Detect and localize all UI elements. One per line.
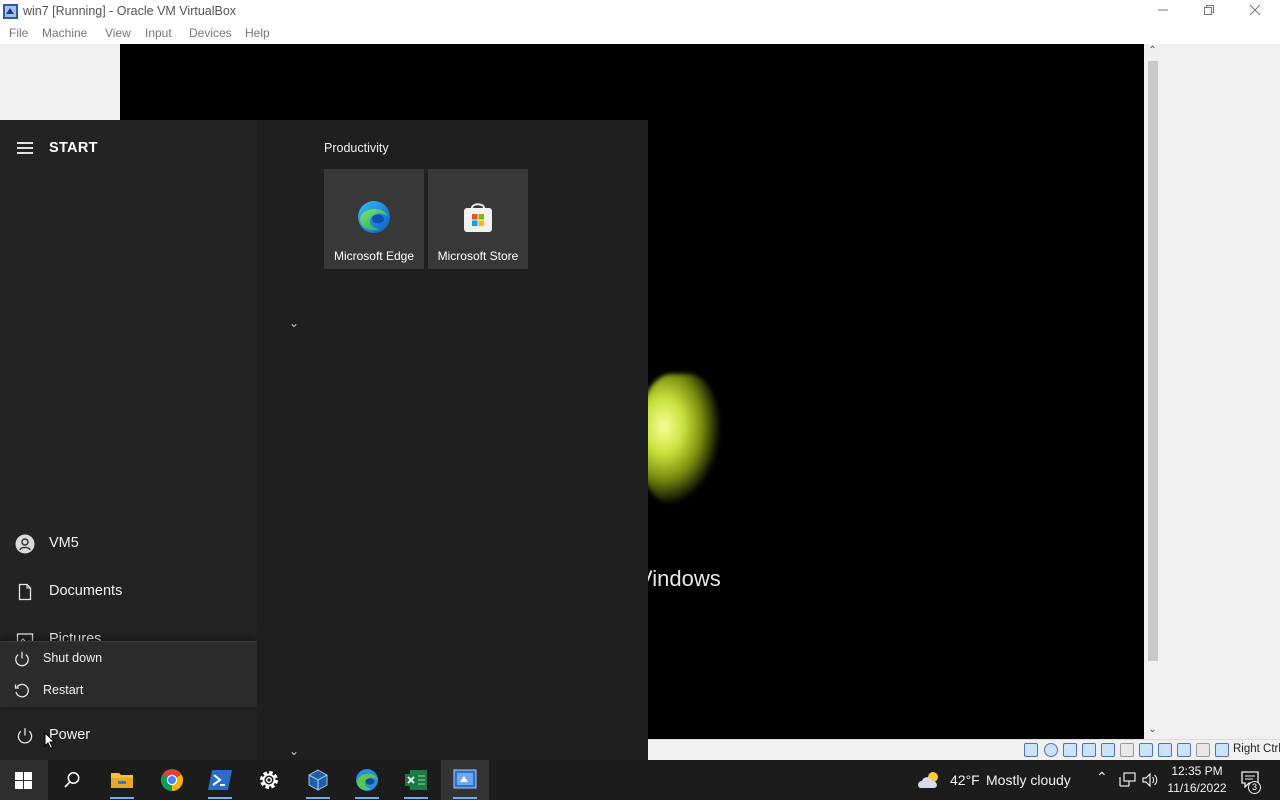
network-icon[interactable] bbox=[1118, 772, 1136, 788]
clock-time[interactable]: 12:35 PM bbox=[1160, 764, 1234, 778]
tile-label: Microsoft Store bbox=[437, 249, 519, 263]
keyboard-icon[interactable] bbox=[1215, 743, 1229, 757]
virtualbox-icon bbox=[3, 4, 18, 19]
weather-condition[interactable]: Mostly cloudy bbox=[986, 772, 1071, 788]
audio-icon[interactable] bbox=[1063, 743, 1077, 757]
restore-button[interactable] bbox=[1186, 0, 1232, 23]
start-item-label: Documents bbox=[49, 583, 123, 599]
vertical-scrollbar[interactable]: ⌃ ⌄ bbox=[1144, 44, 1161, 739]
host-key-label: Right Ctrl bbox=[1233, 743, 1280, 755]
menu-view[interactable]: View bbox=[105, 26, 131, 40]
close-button[interactable] bbox=[1232, 0, 1278, 23]
virtual-machine-icon bbox=[453, 769, 477, 789]
start-menu: START VM5 Documents Pictures Shut down R… bbox=[0, 120, 648, 760]
search-icon bbox=[64, 772, 80, 788]
taskbar-virtualbox[interactable] bbox=[294, 760, 342, 800]
taskbar-settings[interactable] bbox=[245, 760, 293, 800]
tile-microsoft-edge[interactable]: Microsoft Edge bbox=[324, 169, 424, 269]
taskbar-powershell[interactable] bbox=[196, 760, 244, 800]
start-item-label: VM5 bbox=[49, 535, 79, 551]
hamburger-menu-icon[interactable] bbox=[17, 142, 33, 154]
search-button[interactable] bbox=[48, 760, 96, 800]
taskbar-virtual-machine[interactable] bbox=[441, 760, 489, 800]
chevron-up-icon[interactable]: ⌃ bbox=[1096, 769, 1108, 786]
power-flyout: Shut down Restart bbox=[0, 641, 257, 707]
chrome-icon bbox=[161, 769, 183, 791]
virtualbox-icon bbox=[308, 769, 328, 791]
chevron-down-icon[interactable]: ⌄ bbox=[1147, 724, 1158, 735]
taskbar-edge[interactable] bbox=[343, 760, 391, 800]
file-explorer-icon bbox=[111, 773, 133, 788]
windows-boot-logo bbox=[640, 374, 720, 504]
volume-icon[interactable] bbox=[1141, 772, 1159, 788]
tile-label: Microsoft Edge bbox=[333, 249, 415, 263]
start-menu-left-pane: START VM5 Documents Pictures Shut down R… bbox=[0, 120, 257, 760]
taskbar: 42°F Mostly cloudy ⌃ 12:35 PM 11/16/2022… bbox=[0, 760, 1280, 800]
start-item-power[interactable]: Power bbox=[0, 712, 257, 760]
minimize-button[interactable] bbox=[1140, 0, 1186, 23]
notification-center-button[interactable]: 3 bbox=[1234, 760, 1280, 800]
start-button[interactable] bbox=[0, 760, 48, 800]
shared-folder-icon[interactable] bbox=[1120, 743, 1134, 757]
host-background-right bbox=[1161, 44, 1280, 759]
taskbar-file-explorer[interactable] bbox=[98, 760, 146, 800]
weather-cloudy-icon[interactable] bbox=[916, 770, 944, 790]
store-icon bbox=[464, 203, 492, 232]
recording-icon[interactable] bbox=[1158, 743, 1172, 757]
edge-icon bbox=[358, 201, 390, 233]
tile-microsoft-store[interactable]: Microsoft Store bbox=[428, 169, 528, 269]
shut-down-option[interactable]: Shut down bbox=[0, 643, 257, 675]
start-menu-tiles-pane: Productivity Microsoft Edge Microsoft St… bbox=[257, 120, 648, 760]
restart-icon bbox=[14, 683, 29, 698]
cpu-icon[interactable] bbox=[1177, 743, 1191, 757]
host-title-bar: win7 [Running] - Oracle VM VirtualBox bbox=[0, 0, 1280, 23]
host-menu-bar: File Machine View Input Devices Help bbox=[0, 23, 1280, 44]
scrollbar-thumb[interactable] bbox=[1148, 61, 1158, 661]
shut-down-label: Shut down bbox=[43, 651, 103, 665]
taskbar-chrome[interactable] bbox=[148, 760, 196, 800]
display-icon[interactable] bbox=[1139, 743, 1153, 757]
restart-option[interactable]: Restart bbox=[0, 675, 257, 707]
menu-help[interactable]: Help bbox=[245, 26, 270, 40]
tile-group-title: Productivity bbox=[324, 141, 389, 155]
minimize-icon bbox=[1158, 9, 1168, 11]
menu-input[interactable]: Input bbox=[145, 26, 172, 40]
close-icon bbox=[1249, 4, 1261, 16]
menu-machine[interactable]: Machine bbox=[42, 26, 87, 40]
user-avatar-icon bbox=[15, 534, 35, 554]
window-title: win7 [Running] - Oracle VM VirtualBox bbox=[23, 4, 237, 18]
network-icon[interactable] bbox=[1082, 743, 1096, 757]
host-background bbox=[0, 44, 120, 120]
menu-devices[interactable]: Devices bbox=[189, 26, 232, 40]
hard-disk-icon[interactable] bbox=[1024, 743, 1038, 757]
document-icon bbox=[18, 583, 32, 601]
usb-icon[interactable] bbox=[1101, 743, 1115, 757]
start-item-user[interactable]: VM5 bbox=[0, 520, 257, 568]
settings-icon bbox=[260, 771, 278, 789]
chevron-up-icon[interactable]: ⌃ bbox=[1147, 45, 1158, 56]
powershell-icon bbox=[208, 770, 232, 790]
chevron-down-icon[interactable]: ⌄ bbox=[289, 744, 299, 758]
weather-temp[interactable]: 42°F bbox=[950, 772, 980, 788]
edge-icon bbox=[356, 769, 378, 791]
taskbar-excel[interactable] bbox=[392, 760, 440, 800]
optical-drive-icon[interactable] bbox=[1044, 743, 1058, 757]
start-icon bbox=[15, 772, 32, 789]
restart-label: Restart bbox=[43, 683, 84, 697]
notification-count-badge: 3 bbox=[1248, 781, 1261, 794]
power-icon bbox=[15, 651, 29, 667]
power-icon bbox=[17, 728, 33, 744]
mouse-integration-icon[interactable] bbox=[1196, 743, 1210, 757]
restore-icon bbox=[1204, 5, 1214, 15]
boot-text: Vindows bbox=[638, 566, 721, 591]
chevron-down-icon[interactable]: ⌄ bbox=[289, 316, 299, 330]
start-item-documents[interactable]: Documents bbox=[0, 568, 257, 616]
clock-date[interactable]: 11/16/2022 bbox=[1160, 781, 1234, 795]
start-heading: START bbox=[49, 140, 98, 156]
menu-file[interactable]: File bbox=[9, 26, 28, 40]
mouse-cursor-icon bbox=[44, 732, 56, 750]
vbox-status-bar: Right Ctrl bbox=[648, 739, 1280, 760]
excel-icon bbox=[405, 770, 427, 790]
